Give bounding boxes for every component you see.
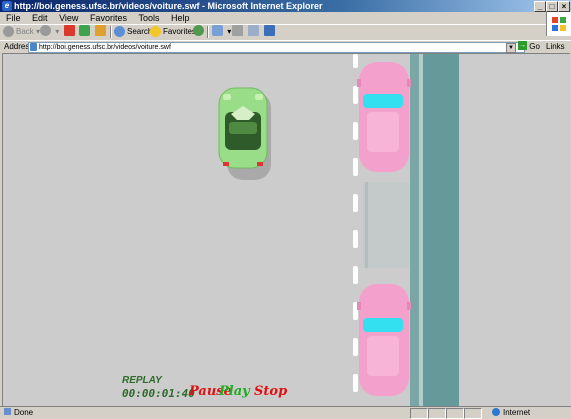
globe-icon: [492, 407, 500, 416]
status-pane: [428, 408, 446, 419]
forward-dropdown-icon[interactable]: ▾: [55, 27, 59, 36]
menu-view[interactable]: View: [59, 12, 78, 24]
home-button[interactable]: [95, 25, 108, 39]
address-dropdown-icon[interactable]: ▼: [506, 43, 516, 53]
lane-markings: [353, 54, 358, 392]
windows-logo-icon: [546, 12, 571, 36]
search-button[interactable]: Search: [114, 25, 152, 39]
standard-toolbar: Back ▾ ▾ Search Favorites ▾: [0, 25, 546, 39]
close-button[interactable]: ×: [558, 1, 570, 12]
address-input[interactable]: [28, 42, 525, 53]
menu-help[interactable]: Help: [171, 12, 190, 24]
back-label: Back: [16, 27, 34, 36]
search-label: Search: [127, 27, 153, 36]
maximize-button[interactable]: □: [546, 1, 558, 12]
ie-logo-icon: e: [2, 1, 12, 11]
menu-edit[interactable]: Edit: [32, 12, 48, 24]
go-button[interactable]: → Go: [518, 41, 540, 53]
replay-label: REPLAY: [122, 375, 162, 386]
address-bar: Address ▼ → Go Links: [0, 40, 571, 53]
toolbar-separator: [207, 26, 209, 38]
go-label: Go: [529, 42, 540, 51]
flash-content[interactable]: REPLAY 00:00:01:40 Pause Play Stop: [2, 53, 570, 406]
security-zone: Internet: [492, 407, 530, 419]
edit-icon: [248, 25, 259, 37]
search-icon: [114, 25, 125, 37]
refresh-icon: [79, 25, 90, 37]
messenger-button[interactable]: [264, 25, 277, 39]
menu-bar: File Edit View Favorites Tools Help: [0, 12, 571, 36]
menu-file[interactable]: File: [6, 12, 21, 24]
mail-dropdown-icon[interactable]: ▾: [227, 27, 231, 36]
back-button[interactable]: Back ▾: [3, 25, 40, 39]
print-icon: [232, 25, 243, 37]
status-pane: [446, 408, 464, 419]
parked-car-top: [357, 62, 411, 172]
favorites-label: Favorites: [163, 27, 196, 36]
favorites-button[interactable]: Favorites: [150, 25, 196, 39]
messenger-icon: [264, 25, 275, 37]
status-text: Done: [14, 408, 34, 417]
refresh-button[interactable]: [79, 25, 92, 39]
toolbar-separator: [110, 26, 112, 38]
mail-button[interactable]: ▾: [212, 25, 231, 39]
stop-icon: [64, 25, 75, 37]
page-done-icon: [4, 408, 11, 416]
home-icon: [95, 25, 106, 37]
go-arrow-icon: →: [518, 41, 527, 51]
time-display: 00:00:01:40: [122, 387, 195, 400]
sidewalk: [410, 54, 570, 406]
minimize-button[interactable]: _: [534, 1, 546, 12]
mail-icon: [212, 25, 223, 37]
page-icon: [30, 43, 37, 51]
menu-tools[interactable]: Tools: [138, 12, 159, 24]
stop-button[interactable]: [64, 25, 77, 39]
status-pane: [410, 408, 428, 419]
edit-button[interactable]: [248, 25, 261, 39]
zone-label: Internet: [503, 408, 531, 417]
status-bar: Done Internet: [0, 406, 571, 419]
parking-space: [363, 182, 409, 268]
print-button[interactable]: [232, 25, 245, 39]
parking-scene: [218, 54, 570, 406]
parked-car-bottom: [357, 284, 411, 396]
play-button[interactable]: Play: [219, 384, 250, 399]
player-car: [218, 87, 268, 169]
stop-button-flash[interactable]: Stop: [254, 384, 287, 399]
menu-favorites[interactable]: Favorites: [90, 12, 127, 24]
window-title: http://boi.geness.ufsc.br/videos/voiture…: [14, 1, 323, 11]
favorites-star-icon: [150, 25, 161, 37]
history-button[interactable]: [193, 25, 206, 39]
links-button[interactable]: Links: [546, 41, 565, 53]
title-bar: e http://boi.geness.ufsc.br/videos/voitu…: [0, 0, 571, 12]
forward-button[interactable]: ▾: [40, 25, 59, 39]
back-arrow-icon: [3, 25, 14, 37]
history-icon: [193, 25, 204, 37]
forward-arrow-icon: [40, 25, 51, 37]
status-done: Done: [4, 407, 33, 419]
status-pane: [464, 408, 482, 419]
